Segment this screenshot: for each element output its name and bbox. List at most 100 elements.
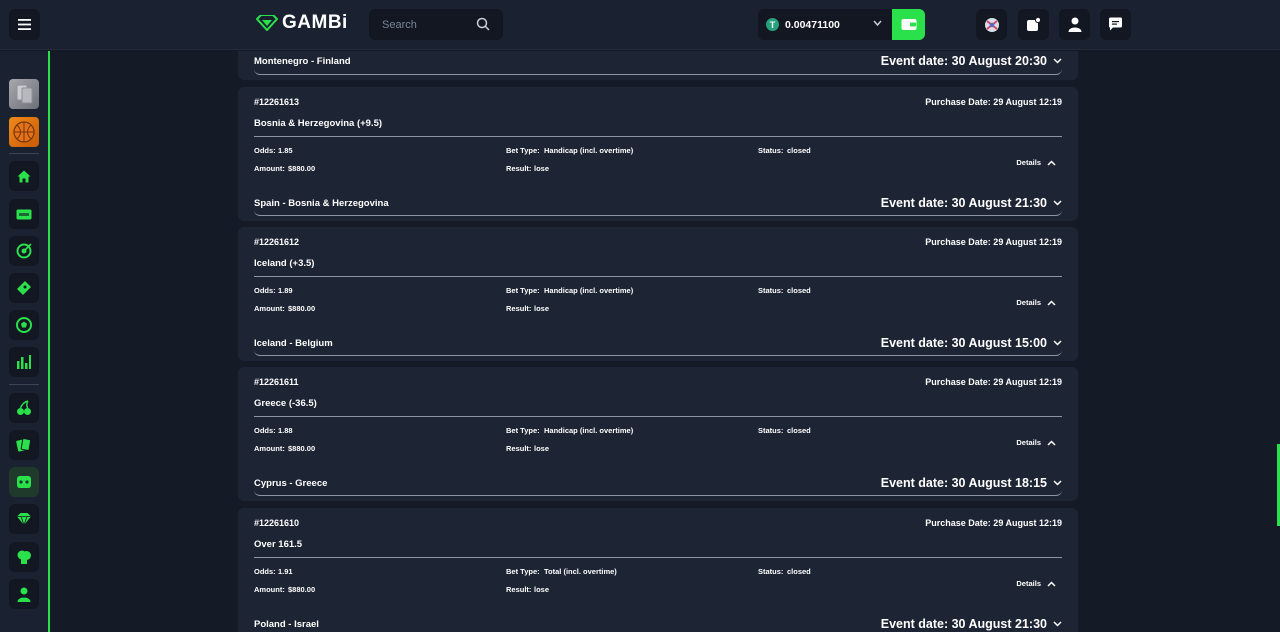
match-name: Montenegro - Finland [254, 56, 351, 67]
bet-type-value: Handicap (incl. overtime) [544, 146, 634, 155]
logo[interactable]: GAMBi [256, 12, 348, 34]
chevron-down-icon [1053, 58, 1062, 64]
match-row[interactable]: Montenegro - Finland Event date: 30 Augu… [254, 51, 1062, 75]
search-box[interactable] [369, 9, 503, 40]
bet-id: #12261610 [254, 518, 300, 528]
sidebar-item-ticket[interactable] [9, 273, 39, 303]
cards-thumbnail-icon [16, 84, 33, 104]
sidebar-item-cards-game[interactable] [9, 79, 39, 109]
top-header: GAMBi T 0.00471100 [0, 0, 1280, 50]
home-icon [17, 170, 31, 182]
sidebar-item-target[interactable] [9, 236, 39, 266]
bet-selection: Iceland (+3.5) [254, 258, 315, 269]
details-toggle[interactable]: Details [1016, 298, 1056, 307]
divider [254, 276, 1062, 277]
event-date-text: Event date: 30 August 15:00 [880, 336, 1047, 350]
match-row[interactable]: Iceland - Belgium Event date: 30 August … [254, 332, 1062, 356]
bet-id: #12261613 [254, 97, 300, 107]
sidebar-item-live-casino[interactable] [9, 467, 39, 497]
event-date-text: Event date: 30 August 18:15 [880, 476, 1047, 490]
bet-card: #12261613 Purchase Date: 29 August 12:19… [238, 87, 1078, 221]
sidebar-divider [9, 384, 39, 385]
notifications-button[interactable] [1018, 9, 1049, 40]
match-row[interactable]: Poland - Israel Event date: 30 August 21… [254, 613, 1062, 632]
chevron-down-icon[interactable] [873, 20, 882, 27]
status-label: Status: [758, 426, 784, 435]
bet-card: #12261611 Purchase Date: 29 August 12:19… [238, 367, 1078, 501]
status-label: Status: [758, 286, 784, 295]
match-name: Poland - Israel [254, 619, 319, 630]
odds-label: Odds: [254, 146, 276, 155]
bet-type-label: Bet Type: [506, 426, 540, 435]
sidebar-item-account[interactable] [9, 579, 39, 609]
sidebar-item-vip[interactable] [9, 199, 39, 229]
stats-icon [17, 355, 31, 369]
balance-selector[interactable]: T 0.00471100 [758, 9, 892, 40]
event-date-text: Event date: 30 August 20:30 [880, 54, 1047, 68]
sidebar-item-slots[interactable] [9, 393, 39, 423]
purchase-date: Purchase Date: 29 August 12:19 [925, 97, 1062, 107]
amount-label: Amount: [254, 164, 285, 173]
status-label: Status: [758, 567, 784, 576]
language-button[interactable] [976, 9, 1007, 40]
bet-card: #12261612 Purchase Date: 29 August 12:19… [238, 227, 1078, 361]
details-toggle[interactable]: Details [1016, 158, 1056, 167]
tether-icon: T [766, 18, 779, 31]
odds-label: Odds: [254, 426, 276, 435]
sidebar-item-soccer[interactable] [9, 310, 39, 340]
bet-id: #12261611 [254, 377, 299, 387]
diamond-icon [17, 513, 31, 526]
match-name: Iceland - Belgium [254, 338, 333, 349]
odds-value: 1.91 [278, 567, 293, 576]
odds-label: Odds: [254, 286, 276, 295]
logo-text: GAMBi [282, 12, 348, 33]
match-name: Spain - Bosnia & Herzegovina [254, 198, 389, 209]
amount-value: $880.00 [288, 585, 316, 594]
event-date[interactable]: Event date: 30 August 15:00 [881, 336, 1062, 350]
sidebar-item-basketball-game[interactable] [9, 117, 39, 147]
status-value: closed [787, 286, 811, 295]
match-row[interactable]: Spain - Bosnia & Herzegovina Event date:… [254, 192, 1062, 216]
bet-selection: Over 161.5 [254, 539, 303, 550]
chevron-down-icon [1053, 200, 1062, 206]
sidebar-item-stats[interactable] [9, 347, 39, 377]
details-label: Details [1016, 579, 1041, 588]
details-label: Details [1016, 298, 1041, 307]
details-toggle[interactable]: Details [1016, 579, 1056, 588]
sidebar-item-originals[interactable] [9, 504, 39, 534]
search-icon[interactable] [476, 17, 490, 31]
basketball-icon [13, 121, 35, 143]
wallet-button[interactable] [892, 9, 925, 40]
result-label: Result: [506, 444, 532, 453]
amount-label: Amount: [254, 304, 285, 313]
status-value: closed [787, 426, 811, 435]
details-toggle[interactable]: Details [1016, 438, 1056, 447]
bet-type-value: Total (incl. overtime) [544, 567, 617, 576]
event-date-text: Event date: 30 August 21:30 [880, 617, 1047, 631]
match-row[interactable]: Cyprus - Greece Event date: 30 August 18… [254, 472, 1062, 496]
event-date[interactable]: Event date: 30 August 21:30 [881, 617, 1062, 631]
globe-flag-icon [984, 17, 999, 32]
result-value: lose [534, 585, 550, 594]
chevron-up-icon [1047, 159, 1056, 166]
event-date[interactable]: Event date: 30 August 21:30 [881, 196, 1062, 210]
divider [254, 136, 1062, 137]
sidebar-item-home[interactable] [9, 161, 39, 191]
bet-history-list: Montenegro - Finland Event date: 30 Augu… [238, 51, 1078, 632]
profile-button[interactable] [1059, 9, 1090, 40]
target-icon [16, 243, 32, 259]
bet-type-value: Handicap (incl. overtime) [544, 426, 634, 435]
result-value: lose [534, 444, 550, 453]
event-date-text: Event date: 30 August 21:30 [880, 196, 1047, 210]
user-icon [1068, 17, 1081, 32]
event-date[interactable]: Event date: 30 August 18:15 [881, 476, 1062, 490]
chevron-down-icon [1053, 480, 1062, 486]
purchase-date: Purchase Date: 29 August 12:19 [925, 237, 1062, 247]
sidebar-item-cards[interactable] [9, 430, 39, 460]
diamond-logo-icon [256, 15, 278, 31]
sidebar-item-dice[interactable] [9, 542, 39, 572]
chat-button[interactable] [1100, 9, 1131, 40]
menu-button[interactable] [9, 9, 40, 40]
event-date[interactable]: Event date: 30 August 20:30 [881, 54, 1062, 68]
amount-label: Amount: [254, 585, 285, 594]
